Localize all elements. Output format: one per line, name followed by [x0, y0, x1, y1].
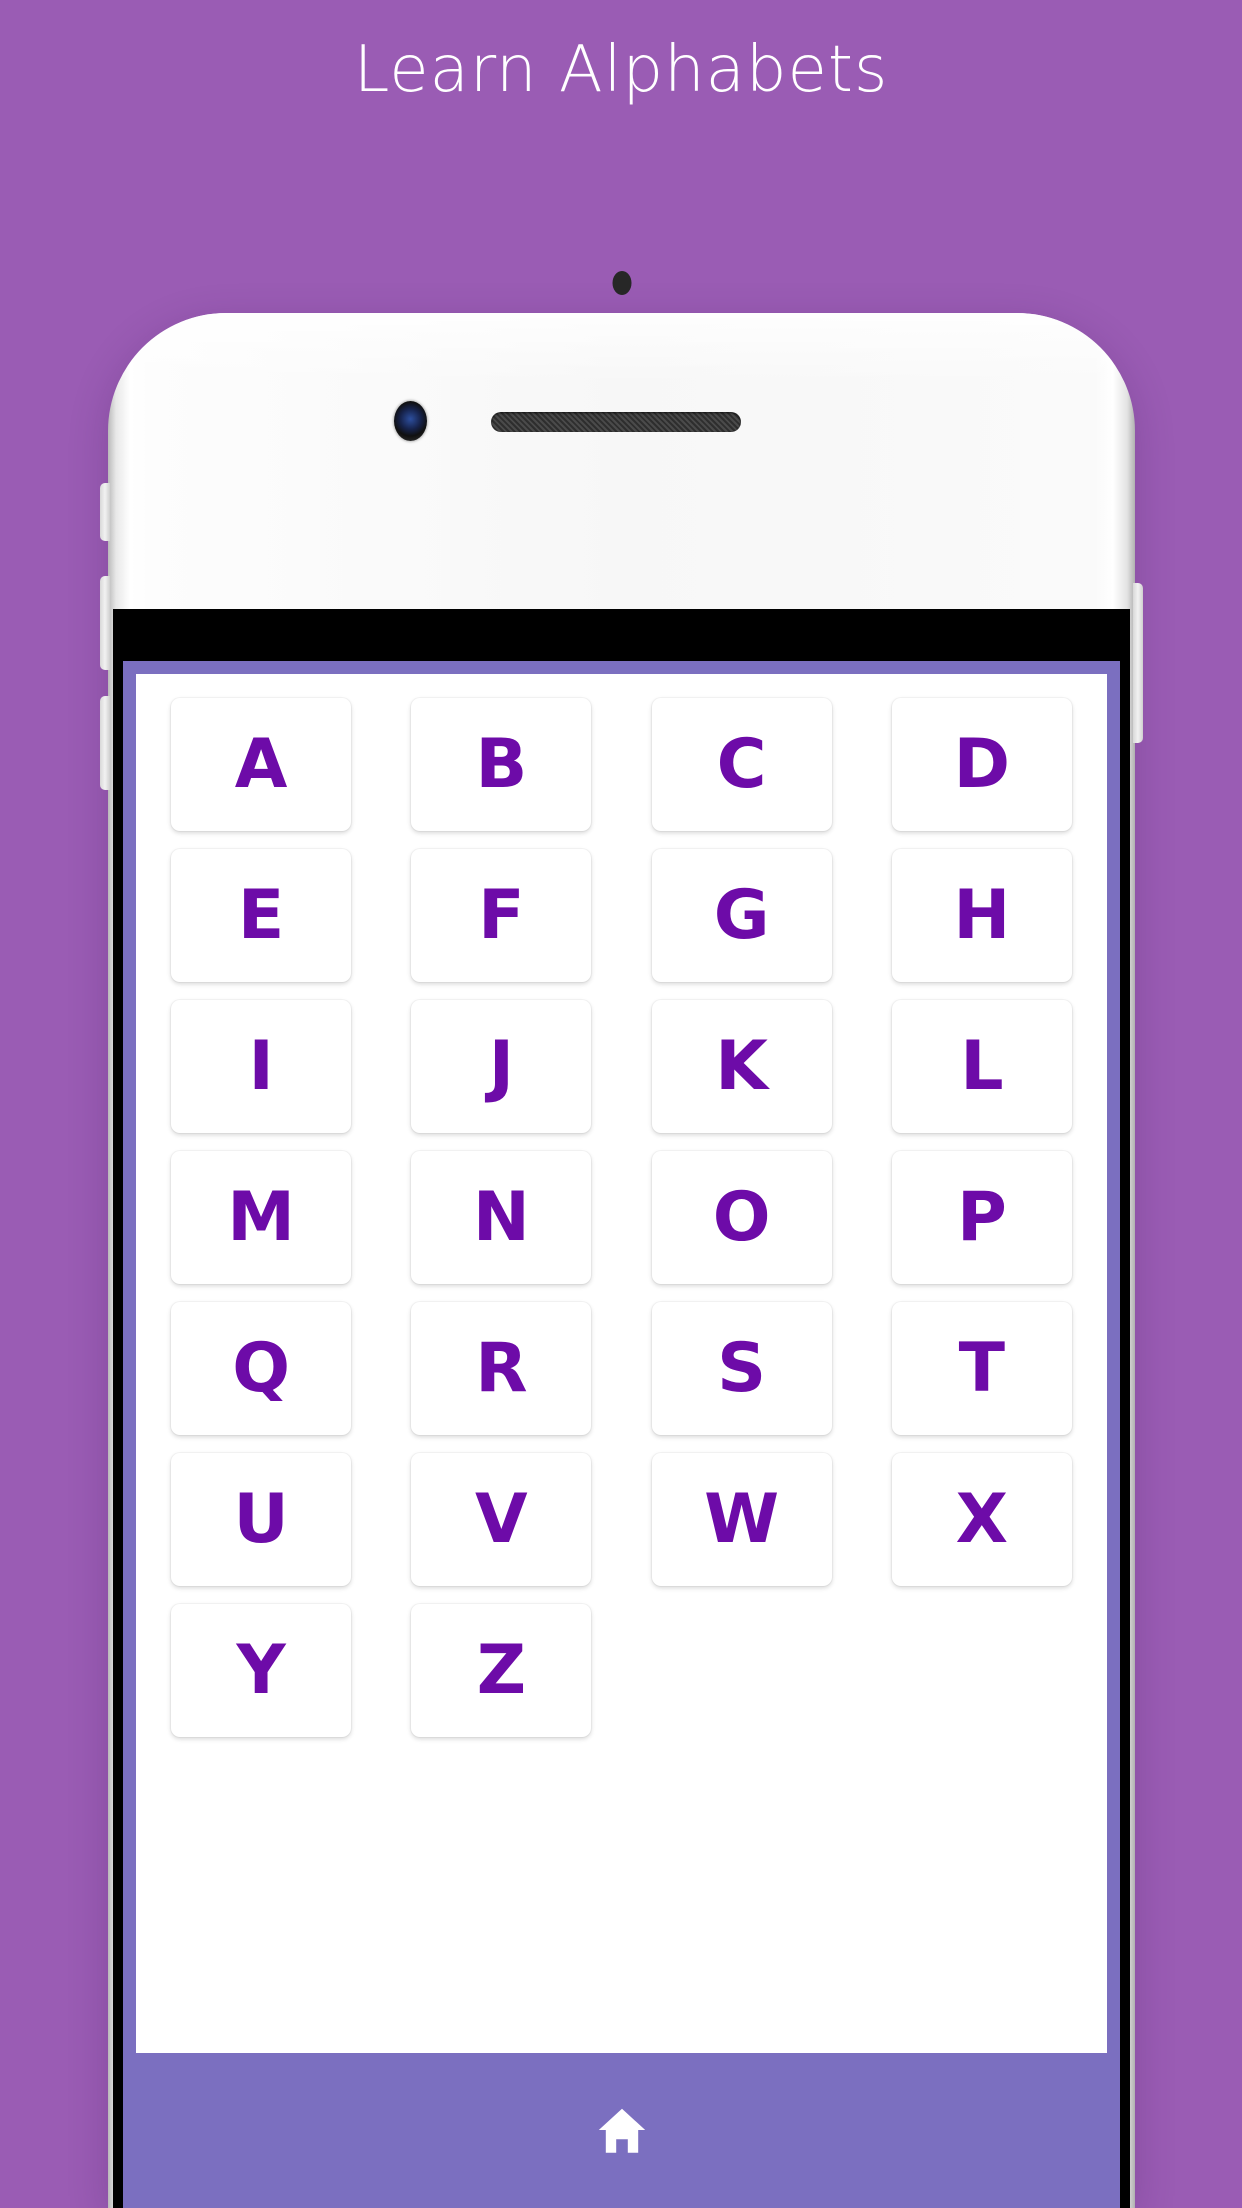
- letter-tile-label: B: [475, 724, 528, 804]
- home-icon: [591, 2102, 653, 2160]
- letter-tile-p[interactable]: P: [891, 1151, 1072, 1284]
- letter-tile-m[interactable]: M: [171, 1151, 352, 1284]
- letter-tile-label: C: [716, 724, 767, 804]
- camera-icon: [394, 401, 427, 441]
- letter-tile-label: N: [472, 1177, 530, 1257]
- letter-tile-i[interactable]: I: [171, 1000, 352, 1133]
- letter-tile-w[interactable]: W: [651, 1453, 832, 1586]
- letter-tile-label: P: [956, 1177, 1007, 1257]
- letter-tile-a[interactable]: A: [171, 698, 352, 831]
- page-title: Learn Alphabets: [353, 33, 889, 107]
- letter-tile-h[interactable]: H: [891, 849, 1072, 982]
- letter-tile-label: S: [717, 1328, 767, 1408]
- letter-tile-x[interactable]: X: [891, 1453, 1072, 1586]
- letter-tile-label: K: [715, 1026, 768, 1106]
- letter-tile-z[interactable]: Z: [411, 1604, 592, 1737]
- letter-tile-f[interactable]: F: [411, 849, 592, 982]
- letter-tile-label: M: [227, 1177, 295, 1257]
- earpiece-speaker-grille: [491, 412, 741, 432]
- letter-tile-k[interactable]: K: [651, 1000, 832, 1133]
- app-frame: A B C D E F G H I J K L M N O P Q R S T U V W X Y Z: [123, 661, 1120, 2208]
- letter-tile-label: A: [234, 724, 288, 804]
- letter-tile-y[interactable]: Y: [171, 1604, 352, 1737]
- status-bar: [113, 609, 1130, 661]
- power-button[interactable]: [1133, 583, 1143, 743]
- home-button[interactable]: [585, 2096, 659, 2166]
- letter-tile-g[interactable]: G: [651, 849, 832, 982]
- letter-tile-d[interactable]: D: [891, 698, 1072, 831]
- letter-tile-j[interactable]: J: [411, 1000, 592, 1133]
- letter-tile-s[interactable]: S: [651, 1302, 832, 1435]
- letter-tile-label: V: [475, 1479, 528, 1559]
- letter-tile-label: X: [955, 1479, 1009, 1559]
- letter-tile-n[interactable]: N: [411, 1151, 592, 1284]
- letter-tile-label: D: [953, 724, 1011, 804]
- letter-tile-e[interactable]: E: [171, 849, 352, 982]
- letter-tile-b[interactable]: B: [411, 698, 592, 831]
- letter-tile-o[interactable]: O: [651, 1151, 832, 1284]
- app-content: A B C D E F G H I J K L M N O P Q R S T U V W X Y Z: [136, 674, 1107, 2066]
- silent-switch[interactable]: [100, 483, 110, 541]
- letter-tile-r[interactable]: R: [411, 1302, 592, 1435]
- letter-tile-label: U: [233, 1479, 289, 1559]
- letter-tile-label: J: [488, 1026, 515, 1106]
- letter-tile-u[interactable]: U: [171, 1453, 352, 1586]
- letter-tile-label: W: [704, 1479, 780, 1559]
- volume-up-button[interactable]: [100, 576, 110, 670]
- alphabet-grid: A B C D E F G H I J K L M N O P Q R S T U V W X Y Z: [148, 698, 1095, 1737]
- phone-mockup: A B C D E F G H I J K L M N O P Q R S T U V W X Y Z: [100, 271, 1143, 2208]
- letter-tile-c[interactable]: C: [651, 698, 832, 831]
- letter-tile-label: O: [712, 1177, 771, 1257]
- letter-tile-label: T: [958, 1328, 1006, 1408]
- letter-tile-l[interactable]: L: [891, 1000, 1072, 1133]
- letter-tile-q[interactable]: Q: [171, 1302, 352, 1435]
- volume-down-button[interactable]: [100, 696, 110, 790]
- proximity-sensor-dot: [612, 271, 631, 295]
- letter-tile-v[interactable]: V: [411, 1453, 592, 1586]
- letter-tile-label: L: [960, 1026, 1004, 1106]
- letter-tile-label: Z: [476, 1630, 527, 1710]
- letter-tile-label: R: [475, 1328, 528, 1408]
- letter-tile-label: F: [478, 875, 525, 955]
- phone-screen: A B C D E F G H I J K L M N O P Q R S T U V W X Y Z: [113, 609, 1130, 2208]
- letter-tile-label: I: [248, 1026, 274, 1106]
- letter-tile-label: H: [953, 875, 1011, 955]
- letter-tile-label: Y: [236, 1630, 286, 1710]
- letter-tile-t[interactable]: T: [891, 1302, 1072, 1435]
- bottom-navigation-bar: [123, 2053, 1120, 2208]
- letter-tile-label: Q: [232, 1328, 291, 1408]
- letter-tile-label: E: [237, 875, 285, 955]
- letter-tile-label: G: [713, 875, 770, 955]
